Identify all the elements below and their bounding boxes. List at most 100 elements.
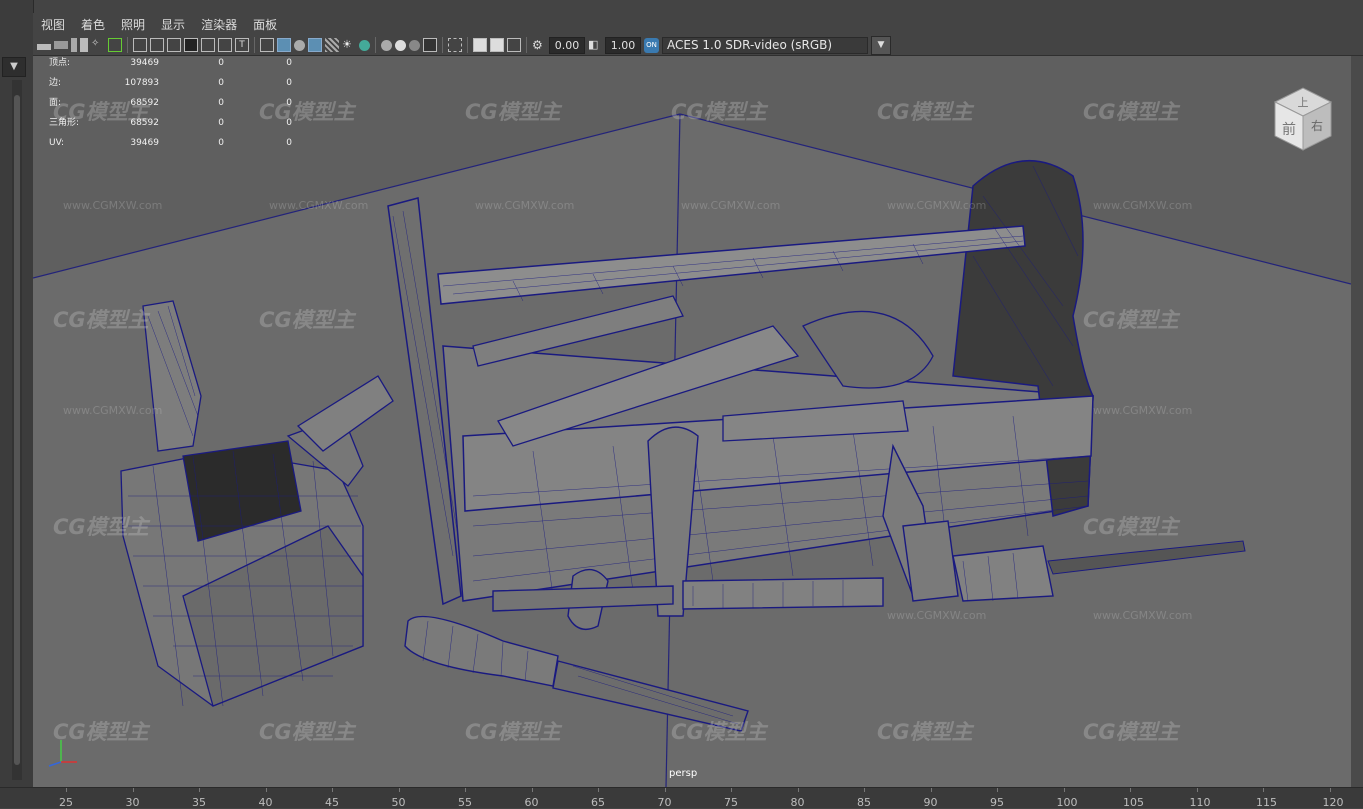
left-side-panel: ▼ xyxy=(0,0,34,807)
isolate-select-icon[interactable] xyxy=(448,38,462,52)
default-material-icon[interactable] xyxy=(294,39,305,51)
safe-title-icon[interactable]: T xyxy=(235,38,249,52)
right-edge-panel xyxy=(1351,56,1363,787)
timeline-tick-mark xyxy=(332,788,333,792)
timeline-frame-label: 60 xyxy=(524,796,539,809)
menu-renderer[interactable]: 渲染器 xyxy=(193,16,245,33)
timeline-tick-mark xyxy=(265,788,267,792)
menu-shading[interactable]: 着色 xyxy=(73,16,113,33)
depth-of-field-icon[interactable] xyxy=(423,38,437,52)
hud-value: 0 xyxy=(218,78,224,88)
shadows-icon[interactable] xyxy=(359,39,370,51)
hud-label: 面: xyxy=(49,98,62,108)
timeline-tick-mark xyxy=(731,788,732,792)
menu-show[interactable]: 显示 xyxy=(153,16,193,33)
2d-pan-zoom-icon[interactable]: ✧ xyxy=(91,38,105,52)
timeline-frame-label: 85 xyxy=(857,796,871,809)
smooth-shade-icon[interactable] xyxy=(277,38,291,52)
bookmark-icon[interactable] xyxy=(71,38,77,52)
menu-panels[interactable]: 面板 xyxy=(245,16,285,33)
color-management-toggle-icon[interactable]: ON xyxy=(644,37,659,53)
axis-gizmo-icon xyxy=(48,740,77,767)
exposure-icon[interactable]: ⚙ xyxy=(532,38,546,52)
film-gate-icon[interactable] xyxy=(150,38,164,52)
wireframe-on-shaded-icon[interactable] xyxy=(308,38,322,52)
hud-value: 68592 xyxy=(130,98,159,108)
timeline-frame-label: 95 xyxy=(990,796,1004,809)
safe-action-icon[interactable] xyxy=(218,38,232,52)
toolbar-divider xyxy=(526,37,527,53)
hud-value: 0 xyxy=(286,98,292,108)
timeline-frame-label: 55 xyxy=(458,796,472,809)
view-cube-top-label[interactable]: 上 xyxy=(1298,96,1309,109)
timeline-tick-mark xyxy=(199,788,200,792)
view-transform-dropdown-icon[interactable]: ▼ xyxy=(871,35,891,55)
timeline-frame-label: 30 xyxy=(125,796,140,809)
use-all-lights-icon[interactable]: ☀ xyxy=(342,38,356,52)
timeline-frame-label: 65 xyxy=(591,796,605,809)
timeline-frame-label: 90 xyxy=(923,796,938,809)
image-plane-icon[interactable] xyxy=(80,38,88,52)
resolution-gate-icon[interactable] xyxy=(167,38,181,52)
poly-count-hud: 顶点: 39469 0 0 边: 107893 0 0 面: 68592 0 0… xyxy=(49,58,292,158)
grease-pencil-icon[interactable] xyxy=(108,38,122,52)
timeline-tick-mark xyxy=(132,788,134,792)
hud-value: 0 xyxy=(218,98,224,108)
wireframe-icon[interactable] xyxy=(260,38,274,52)
view-cube-right-label[interactable]: 右 xyxy=(1311,118,1323,133)
toolbar-divider xyxy=(442,37,443,53)
timeline-frame-label: 45 xyxy=(325,796,339,809)
hud-value: 0 xyxy=(218,118,224,128)
timeline-tick-mark xyxy=(1130,788,1131,792)
timeline-tick-mark xyxy=(997,788,998,792)
hud-value: 68592 xyxy=(130,118,159,128)
exposure-field[interactable]: 0.00 xyxy=(549,36,585,54)
hud-row-edges: 边: 107893 0 0 xyxy=(49,78,292,98)
hud-value: 0 xyxy=(218,58,224,68)
toolbar-divider xyxy=(375,37,376,53)
timeline-frame-label: 105 xyxy=(1123,796,1144,809)
timeline-tick-mark xyxy=(797,788,799,792)
grid-icon[interactable] xyxy=(133,38,147,52)
motion-blur-icon[interactable] xyxy=(395,39,406,51)
timeline-tick-mark xyxy=(598,788,599,792)
timeline-tick-mark xyxy=(531,788,533,792)
camera-name-label: persp xyxy=(669,768,698,779)
panel-dropdown-icon[interactable]: ▼ xyxy=(2,57,26,77)
xray-active-components-icon[interactable] xyxy=(490,38,504,52)
field-chart-icon[interactable] xyxy=(201,38,215,52)
hud-row-uvs: UV: 39469 0 0 xyxy=(49,138,292,158)
timeline-tick-mark xyxy=(930,788,932,792)
timeline-tick-mark xyxy=(1063,788,1065,792)
left-scrollbar-thumb[interactable] xyxy=(14,95,20,765)
select-camera-icon[interactable] xyxy=(37,44,51,50)
timeline-frame-label: 40 xyxy=(258,796,273,809)
timeline-frame-label: 120 xyxy=(1322,796,1344,809)
hud-label: 边: xyxy=(49,78,62,88)
hud-row-faces: 面: 68592 0 0 xyxy=(49,98,292,118)
hud-row-triangles: 三角形: 68592 0 0 xyxy=(49,118,292,138)
textured-icon[interactable] xyxy=(325,38,339,52)
xray-joints-icon[interactable] xyxy=(507,38,521,52)
time-slider[interactable]: 25 30 35 40 45 50 55 60 65 70 75 80 85 90 95 100 105 110 1… xyxy=(0,787,1363,809)
hud-label: 三角形: xyxy=(49,118,80,128)
view-transform-select[interactable]: ACES 1.0 SDR-video (sRGB) xyxy=(662,36,868,54)
screen-space-ao-icon[interactable] xyxy=(381,39,392,51)
gamma-field[interactable]: 1.00 xyxy=(605,36,641,54)
camera-attributes-icon[interactable] xyxy=(54,41,68,49)
menu-lighting[interactable]: 照明 xyxy=(113,16,153,33)
gate-mask-icon[interactable] xyxy=(184,38,198,52)
view-cube[interactable]: 上 前 右 xyxy=(1267,84,1339,159)
timeline-frame-label: 25 xyxy=(59,796,73,809)
timeline-frame-label: 100 xyxy=(1056,796,1078,809)
hud-value: 0 xyxy=(218,138,224,148)
view-cube-icon[interactable]: 上 前 右 xyxy=(1267,84,1339,156)
hud-row-vertices: 顶点: 39469 0 0 xyxy=(49,58,292,78)
perspective-viewport[interactable]: CG模型主 CG模型主 CG模型主 CG模型主 CG模型主 CG模型主 www.… xyxy=(33,56,1351,787)
multisample-aa-icon[interactable] xyxy=(409,39,420,51)
menu-view[interactable]: 视图 xyxy=(33,16,73,33)
view-cube-front-label[interactable]: 前 xyxy=(1282,121,1296,138)
gamma-icon[interactable]: ◧ xyxy=(588,38,602,52)
xray-icon[interactable] xyxy=(473,38,487,52)
hud-value: 0 xyxy=(286,78,292,88)
